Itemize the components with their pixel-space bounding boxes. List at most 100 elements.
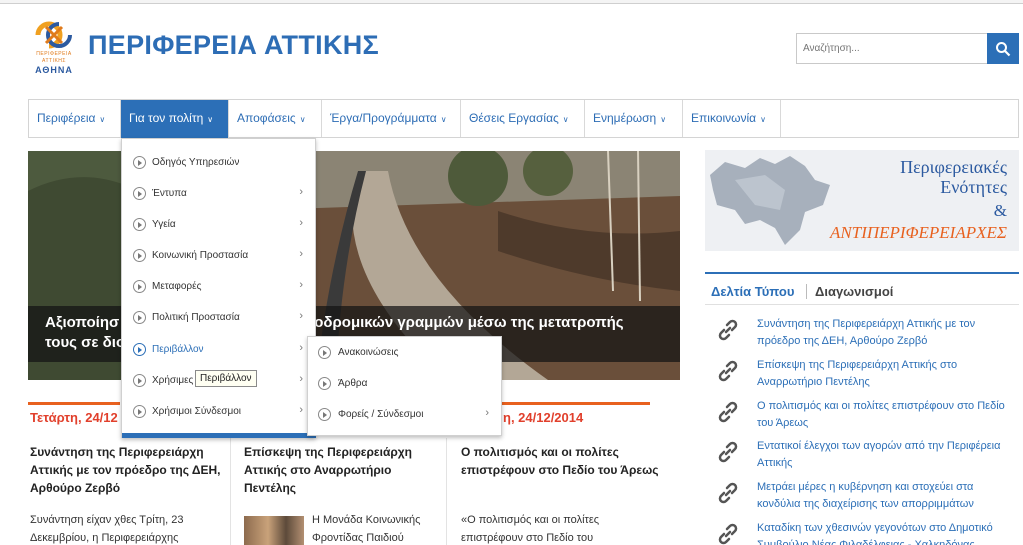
chevron-right-icon: › bbox=[299, 310, 303, 322]
news-excerpt-line: Δεκεμβρίου, η Περιφερειάρχης bbox=[30, 532, 179, 544]
caption-text-right: οδρομικών γραμμών μέσω της μετατροπής bbox=[314, 314, 624, 331]
nav-item-news[interactable]: Ενημέρωση ∨ bbox=[585, 100, 683, 137]
logo-text-line2: ΑΤΤΙΚΗΣ bbox=[42, 58, 66, 64]
hover-tooltip: Περιβάλλον bbox=[195, 370, 257, 387]
press-release-text: Μετράει μέρες η κυβέρνηση και στοχεύει σ… bbox=[757, 481, 974, 493]
link-icon bbox=[718, 523, 738, 545]
chevron-right-icon: › bbox=[485, 407, 489, 419]
circle-arrow-icon bbox=[318, 346, 331, 359]
news-title[interactable]: Συνάντηση της Περιφερειάρχη Αττικής με τ… bbox=[30, 443, 220, 497]
slider-caption-line2[interactable]: τους σε διο bbox=[45, 334, 125, 351]
nav-label: Αποφάσεις bbox=[237, 111, 296, 125]
menu-item-environment[interactable]: Περιβάλλον › bbox=[122, 335, 315, 366]
menu-item-civil-protection[interactable]: Πολιτική Προστασία › bbox=[122, 303, 315, 334]
tab-press-releases[interactable]: Δελτία Τύπου bbox=[711, 284, 794, 299]
chevron-down-icon: ∨ bbox=[299, 115, 306, 124]
menu-item-useful-links[interactable]: Χρήσιμοι Σύνδεσμοι › bbox=[122, 397, 315, 428]
menu-item-health[interactable]: Υγεία › bbox=[122, 210, 315, 241]
news-excerpt: Η Μονάδα Κοινωνικής Φροντίδας Παιδιού bbox=[312, 511, 420, 545]
regional-units-banner[interactable]: Περιφερειακές Ενότητες & ΑΝΤΙΠΕΡΙΦΕΡΕΙΑΡ… bbox=[705, 150, 1019, 251]
submenu-item-articles[interactable]: Άρθρα bbox=[308, 369, 501, 400]
site-logo[interactable]: ΠΕΡΙΦΕΡΕΙΑ ΑΤΤΙΚΗΣ ΑΘΗΝΑ bbox=[30, 18, 78, 76]
nav-item-jobs[interactable]: Θέσεις Εργασίας ∨ bbox=[461, 100, 585, 137]
chevron-right-icon: › bbox=[299, 342, 303, 354]
dropdown-bottom-bar bbox=[122, 433, 316, 438]
press-release-text: Συνάντηση της Περιφερειάρχη Αττικής με τ… bbox=[757, 318, 976, 330]
press-release-item[interactable]: Συνάντηση της Περιφερειάρχη Αττικής με τ… bbox=[716, 316, 1016, 352]
tab-tenders[interactable]: Διαγωνισμοί bbox=[815, 284, 893, 299]
chevron-right-icon: › bbox=[299, 217, 303, 229]
chevron-right-icon: › bbox=[299, 186, 303, 198]
menu-item-social-protection[interactable]: Κοινωνική Προστασία › bbox=[122, 241, 315, 272]
circle-arrow-icon bbox=[133, 249, 146, 262]
environment-submenu: Ανακοινώσεις Άρθρα Φορείς / Σύνδεσμοι › bbox=[307, 336, 502, 436]
press-release-text: Αττικής bbox=[757, 457, 793, 469]
news-thumbnail[interactable] bbox=[244, 516, 304, 545]
circle-arrow-icon bbox=[133, 311, 146, 324]
menu-item-services-guide[interactable]: Οδηγός Υπηρεσιών bbox=[122, 148, 315, 179]
news-title-line: Συνάντηση της Περιφερειάρχη bbox=[30, 445, 204, 459]
nav-label: Ενημέρωση bbox=[593, 111, 657, 125]
press-release-text: κονδύλια της διαχείρισης των απορριμμάτω… bbox=[757, 498, 974, 510]
news-excerpt-line: «Ο πολιτισμός και οι πολίτες bbox=[461, 514, 600, 526]
banner-line3: & bbox=[993, 201, 1007, 220]
nav-item-decisions[interactable]: Αποφάσεις ∨ bbox=[229, 100, 322, 137]
press-release-item[interactable]: Ο πολιτισμός και οι πολίτες επιστρέφουν … bbox=[716, 398, 1016, 434]
link-icon bbox=[718, 401, 738, 423]
chevron-down-icon: ∨ bbox=[760, 115, 766, 124]
nav-item-projects[interactable]: Έργα/Προγράμματα ∨ bbox=[322, 100, 461, 137]
press-release-text: Ο πολιτισμός και οι πολίτες επιστρέφουν … bbox=[757, 400, 1005, 412]
menu-item-label: Άρθρα bbox=[338, 378, 368, 389]
news-title-line: Πεντέλης bbox=[244, 481, 297, 495]
menu-item-label: Χρήσιμοι Σύνδεσμοι bbox=[152, 406, 242, 417]
nav-label: Περιφέρεια bbox=[37, 111, 96, 125]
nav-item-citizen[interactable]: Για τον πολίτη ∨ bbox=[121, 100, 229, 138]
link-icon bbox=[718, 360, 738, 382]
nav-item-contact[interactable]: Επικοινωνία ∨ bbox=[683, 100, 781, 137]
news-date: Τετάρτη, 24/12 bbox=[30, 410, 118, 425]
submenu-item-announcements[interactable]: Ανακοινώσεις bbox=[308, 338, 501, 369]
search-button[interactable] bbox=[987, 33, 1019, 64]
banner-line1: Περιφερειακές bbox=[900, 157, 1007, 177]
column-separator bbox=[230, 438, 231, 545]
circle-arrow-icon bbox=[133, 343, 146, 356]
news-title[interactable]: Ο πολιτισμός και οι πολίτες επιστρέφουν … bbox=[461, 443, 658, 479]
press-release-item[interactable]: Μετράει μέρες η κυβέρνηση και στοχεύει σ… bbox=[716, 479, 1016, 515]
submenu-item-bodies-links[interactable]: Φορείς / Σύνδεσμοι › bbox=[308, 400, 501, 431]
press-release-text: πρόεδρο της ΔΕΗ, Αρθούρο Ζερβό bbox=[757, 335, 928, 347]
news-title[interactable]: Επίσκεψη της Περιφερειάρχη Αττικής στο Α… bbox=[244, 443, 412, 497]
nav-item-perifereia[interactable]: Περιφέρεια ∨ bbox=[29, 100, 121, 137]
news-title-line: Αρθούρο Ζερβό bbox=[30, 481, 121, 495]
menu-item-label: Οδηγός Υπηρεσιών bbox=[152, 157, 240, 168]
nav-label: Για τον πολίτη bbox=[129, 111, 204, 125]
circle-arrow-icon bbox=[133, 156, 146, 169]
press-release-text: Καταδίκη των χθεσινών γεγονότων στο Δημο… bbox=[757, 522, 993, 534]
link-icon bbox=[718, 319, 738, 341]
menu-item-label: Ανακοινώσεις bbox=[338, 347, 399, 358]
menu-item-transport[interactable]: Μεταφορές › bbox=[122, 272, 315, 303]
main-navigation: Περιφέρεια ∨ Για τον πολίτη ∨ Αποφάσεις ∨ Έ… bbox=[28, 99, 1019, 138]
search-input[interactable] bbox=[796, 33, 988, 64]
news-excerpt-line: Η Μονάδα Κοινωνικής bbox=[312, 514, 421, 526]
press-release-text: του Άρεως bbox=[757, 417, 809, 429]
circle-arrow-icon bbox=[133, 374, 146, 387]
banner-line2: Ενότητες bbox=[940, 177, 1007, 197]
chevron-right-icon: › bbox=[299, 373, 303, 385]
logo-text-line1: ΠΕΡΙΦΕΡΕΙΑ bbox=[36, 51, 72, 57]
chevron-right-icon: › bbox=[299, 248, 303, 260]
menu-item-forms[interactable]: Έντυπα › bbox=[122, 179, 315, 210]
caption-text-left: Αξιοποίησ bbox=[45, 314, 120, 331]
news-excerpt: «Ο πολιτισμός και οι πολίτες επιστρέφουν… bbox=[461, 511, 599, 545]
news-excerpt-line: Φροντίδας Παιδιού bbox=[312, 532, 404, 544]
site-title[interactable]: ΠΕΡΙΦΕΡΕΙΑ ΑΤΤΙΚΗΣ bbox=[88, 30, 379, 61]
circle-arrow-icon bbox=[133, 405, 146, 418]
circle-arrow-icon bbox=[133, 280, 146, 293]
press-release-item[interactable]: Επίσκεψη της Περιφερειάρχη Αττικής στο Αν… bbox=[716, 357, 1016, 393]
column-divider-line bbox=[28, 402, 120, 405]
logo-text-line3: ΑΘΗΝΑ bbox=[35, 65, 73, 75]
menu-item-label: Μεταφορές bbox=[152, 281, 202, 292]
menu-item-label: Υγεία bbox=[152, 219, 176, 230]
press-release-item[interactable]: Εντατικοί έλεγχοι των αγορών από την Περ… bbox=[716, 438, 1016, 474]
press-release-item[interactable]: Καταδίκη των χθεσινών γεγονότων στο Δημο… bbox=[716, 520, 1016, 545]
chevron-down-icon: ∨ bbox=[99, 115, 106, 124]
